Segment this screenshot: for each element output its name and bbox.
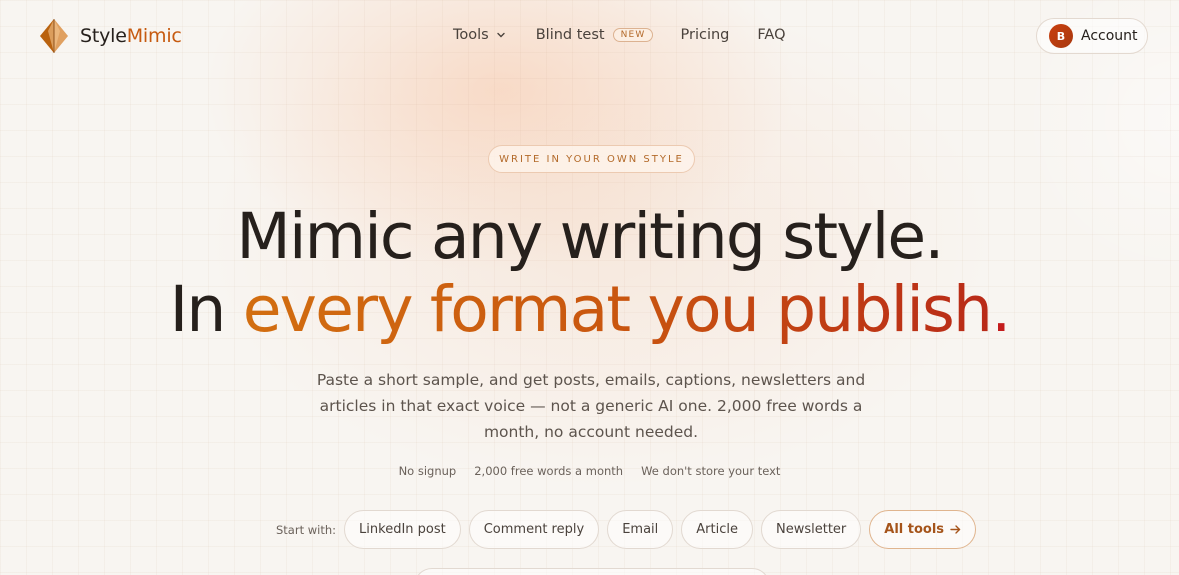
brand-name-part2: Mimic [126, 25, 182, 47]
nav-tools-dropdown[interactable]: Tools [453, 27, 507, 43]
account-button[interactable]: B Account [1036, 18, 1148, 54]
chip-email[interactable]: Email [607, 510, 674, 549]
nav-pricing-label: Pricing [680, 27, 730, 43]
hero-title-line1: Mimic any writing style. [236, 200, 944, 273]
brand-link[interactable]: StyleMimic [40, 19, 182, 53]
nav-blind-test-link[interactable]: Blind test NEW [536, 27, 653, 43]
chip-linkedin-post[interactable]: LinkedIn post [344, 510, 461, 549]
brand-name: StyleMimic [80, 25, 182, 47]
hero-title-highlight: every format you publish [242, 273, 993, 346]
hero-subtitle: Paste a short sample, and get posts, ema… [316, 371, 866, 441]
hero-title-line2-prefix: In [169, 273, 243, 346]
main-nav: Tools Blind test NEW Pricing FAQ [453, 27, 785, 43]
nav-faq-label: FAQ [757, 27, 786, 43]
nav-blind-test-label: Blind test [535, 27, 605, 43]
diamond-logo-icon [40, 19, 68, 53]
nav-tools-label: Tools [453, 27, 489, 43]
all-tools-label: All tools [884, 522, 945, 537]
brand-name-part1: Style [80, 25, 127, 47]
chevron-down-icon [497, 32, 505, 38]
start-with-label: Start with: [276, 522, 337, 537]
top-header: StyleMimic Tools Blind test NEW Pricing … [0, 0, 1179, 72]
nav-pricing-link[interactable]: Pricing [681, 27, 730, 43]
chip-article[interactable]: Article [681, 510, 753, 549]
chip-comment-reply[interactable]: Comment reply [468, 510, 600, 549]
all-tools-button[interactable]: All tools [869, 510, 977, 549]
avatar: B [1049, 24, 1073, 48]
arrow-right-icon [950, 525, 961, 534]
feature-free-words: 2,000 free words a month [474, 464, 624, 478]
new-badge: NEW [612, 28, 653, 42]
start-with-row: Start with: LinkedIn post Comment reply … [276, 510, 977, 549]
eyebrow-badge: WRITE IN YOUR OWN STYLE [488, 145, 695, 173]
account-label: Account [1081, 28, 1138, 44]
feature-no-storage: We don't store your text [641, 464, 781, 478]
chip-newsletter[interactable]: Newsletter [760, 510, 862, 549]
hero-title-dot: . [991, 273, 1011, 346]
input-card-top-edge [414, 568, 770, 575]
hero-title-line2: In every format you publish. [0, 278, 1179, 341]
feature-list: No signup 2,000 free words a month We do… [0, 464, 1179, 478]
nav-faq-link[interactable]: FAQ [757, 27, 785, 43]
feature-no-signup: No signup [398, 464, 457, 478]
